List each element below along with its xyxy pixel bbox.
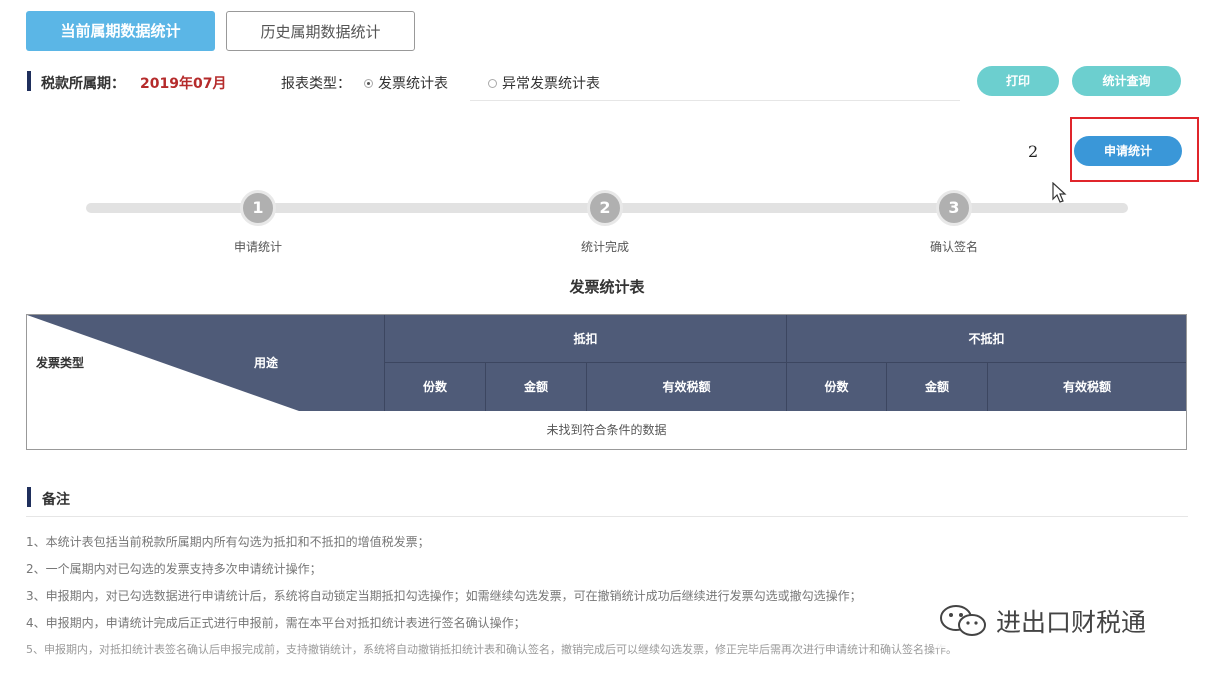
subheader-count: 份数 bbox=[384, 363, 485, 411]
step-3-label: 确认签名 bbox=[929, 240, 978, 254]
corner-label-usage: 用途 bbox=[254, 356, 279, 370]
step-2-label: 统计完成 bbox=[580, 240, 629, 254]
corner-header: 发票类型 用途 bbox=[27, 315, 384, 411]
radio-invoice-stats-label[interactable]: 发票统计表 bbox=[378, 73, 448, 93]
period-label: 税款所属期： bbox=[41, 76, 125, 92]
mouse-cursor-icon bbox=[1052, 182, 1067, 203]
radio-abnormal-invoice-stats-label[interactable]: 异常发票统计表 bbox=[502, 73, 600, 93]
note-item-3: 3、申报期内，对已勾选数据进行申请统计后，系统将自动锁定当期抵扣勾选操作；如需继… bbox=[26, 589, 862, 603]
divider-line bbox=[470, 100, 960, 101]
note-item-5: 5、申报期内，对抵扣统计表签名确认后申报完成前，支持撤销统计，系统将自动撤销抵扣… bbox=[26, 643, 957, 656]
notes-marker bbox=[27, 487, 31, 507]
tab-history-period[interactable]: 历史属期数据统计 bbox=[226, 11, 415, 51]
note-item-1: 1、本统计表包括当前税款所属期内所有勾选为抵扣和不抵扣的增值税发票； bbox=[26, 535, 430, 549]
section-marker bbox=[27, 71, 31, 91]
wechat-logo-icon bbox=[940, 605, 986, 636]
subheader-valid-tax: 有效税额 bbox=[987, 363, 1186, 411]
empty-message: 未找到符合条件的数据 bbox=[546, 423, 667, 437]
subheader-amount: 金额 bbox=[886, 363, 987, 411]
print-button[interactable]: 打印 bbox=[977, 66, 1059, 96]
annotation-number: 2 bbox=[1028, 142, 1039, 161]
watermark-text: 进出口财税通 bbox=[996, 608, 1147, 637]
subheader-amount: 金额 bbox=[485, 363, 586, 411]
group-header-non-deductible: 不抵扣 bbox=[786, 315, 1186, 363]
invoice-stats-table: 发票类型 用途 抵扣 不抵扣 份数 金额 有效税额 份数 金额 有效税额 未找到… bbox=[26, 314, 1187, 450]
radio-abnormal-invoice-stats[interactable] bbox=[488, 79, 497, 88]
period-value: 2019年07月 bbox=[140, 76, 227, 92]
report-type-label: 报表类型： bbox=[281, 76, 351, 92]
radio-invoice-stats[interactable] bbox=[364, 79, 373, 88]
notes-title: 备注 bbox=[42, 492, 70, 508]
step-3-circle: 3 bbox=[936, 190, 972, 226]
note-item-4: 4、申报期内，申请统计完成后正式进行申报前，需在本平台对抵扣统计表进行签名确认操… bbox=[26, 616, 526, 630]
subheader-count: 份数 bbox=[786, 363, 886, 411]
step-2-circle: 2 bbox=[587, 190, 623, 226]
subheader-valid-tax: 有效税额 bbox=[586, 363, 786, 411]
table-title: 发票统计表 bbox=[569, 278, 645, 296]
tab-current-period[interactable]: 当前属期数据统计 bbox=[26, 11, 215, 51]
corner-label-type: 发票类型 bbox=[36, 356, 85, 370]
note-item-2: 2、一个属期内对已勾选的发票支持多次申请统计操作； bbox=[26, 562, 322, 576]
step-1-label: 申请统计 bbox=[233, 240, 282, 254]
highlight-box bbox=[1070, 117, 1199, 182]
step-1-circle: 1 bbox=[240, 190, 276, 226]
notes-divider bbox=[26, 516, 1188, 517]
group-header-deductible: 抵扣 bbox=[384, 315, 786, 363]
stats-query-button[interactable]: 统计查询 bbox=[1072, 66, 1181, 96]
